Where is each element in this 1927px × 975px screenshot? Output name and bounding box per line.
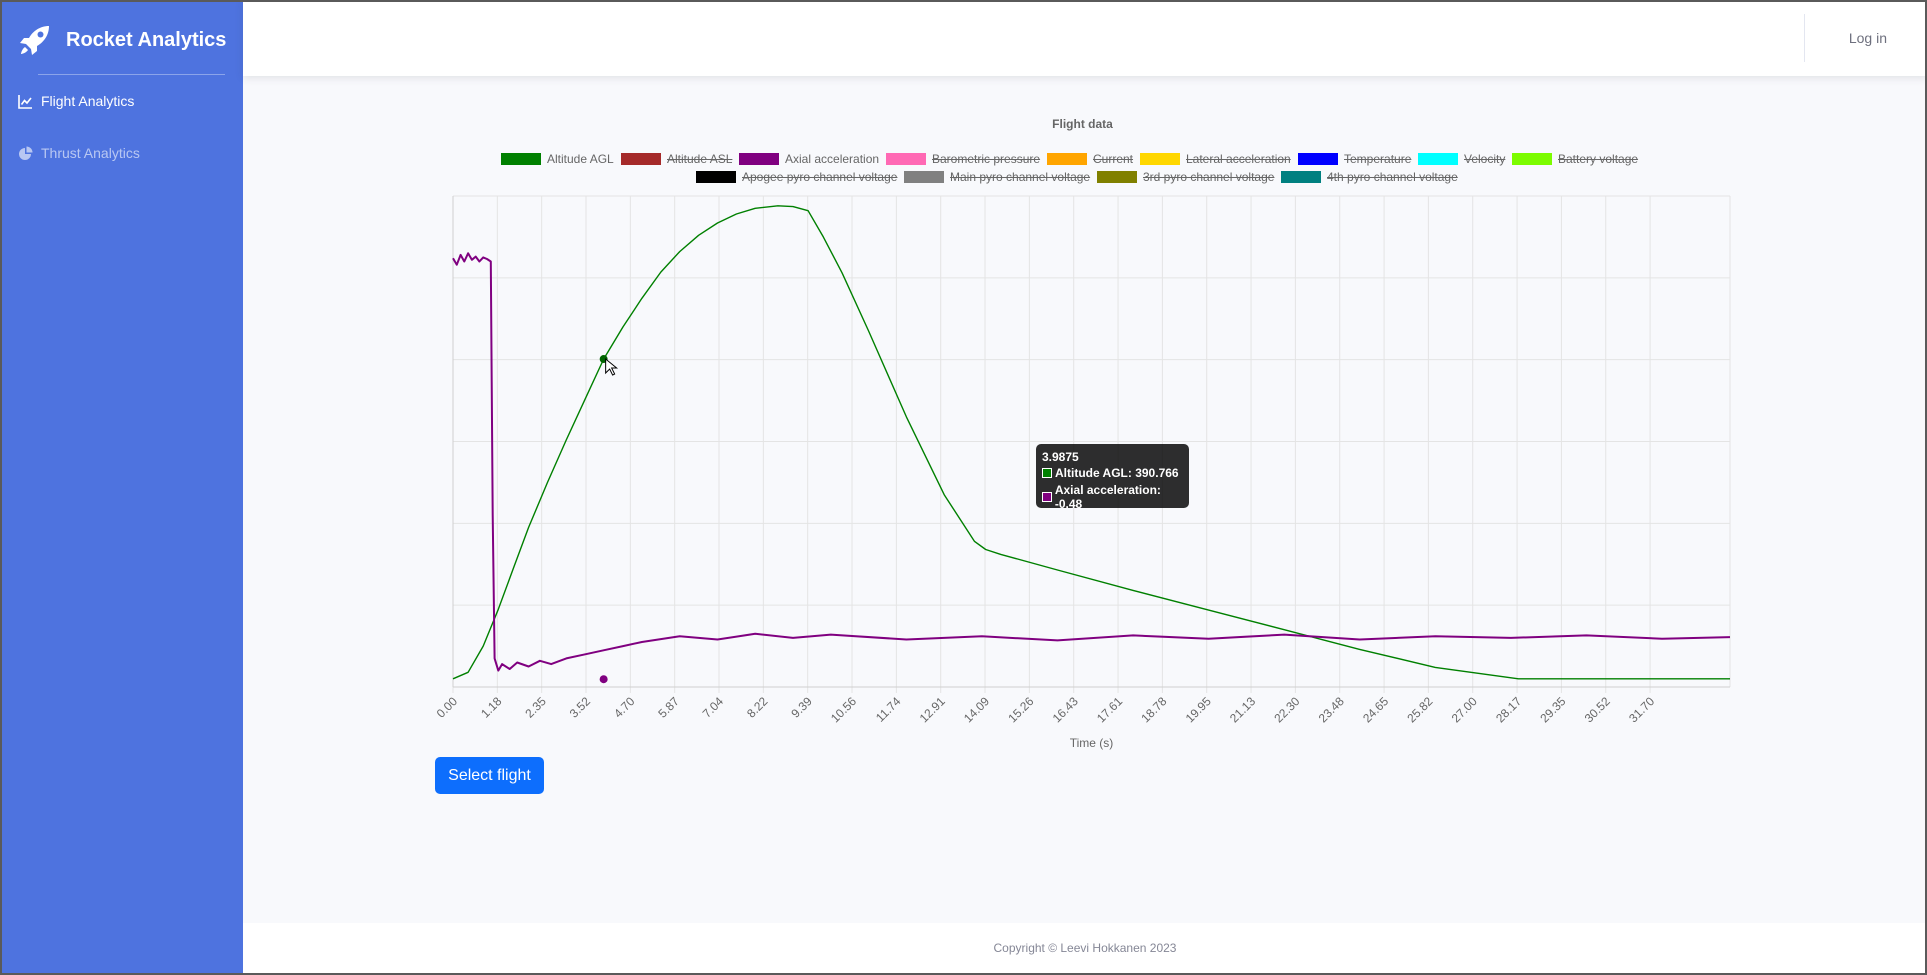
x-tick-label: 1.18: [478, 694, 505, 721]
x-tick-label: 31.70: [1626, 694, 1657, 725]
sidebar-divider: [38, 74, 225, 75]
chart-pie-icon: [19, 146, 33, 160]
chart-line-icon: [18, 94, 32, 109]
x-tick-label: 16.43: [1050, 694, 1081, 725]
x-tick-label: 12.91: [917, 694, 948, 725]
x-tick-label: 14.09: [961, 694, 992, 725]
copyright-text: Copyright © Leevi Hokkanen 2023: [993, 941, 1177, 955]
brand-name: Rocket Analytics: [66, 28, 227, 51]
x-tick-label: 24.65: [1360, 694, 1391, 725]
footer: Copyright © Leevi Hokkanen 2023: [243, 923, 1927, 975]
axial-hover-point: [599, 675, 608, 684]
sidebar: Rocket Analytics Flight Analytics Thrust…: [0, 0, 243, 975]
tooltip-label: Altitude AGL: 390.766: [1055, 466, 1179, 480]
x-tick-label: 28.17: [1493, 694, 1524, 725]
x-tick-label: 18.78: [1138, 694, 1169, 725]
chart-tooltip: 3.9875 Altitude AGL: 390.766 Axial accel…: [1036, 444, 1189, 511]
sidebar-item-label: Flight Analytics: [41, 93, 135, 109]
sidebar-item-thrust-analytics[interactable]: Thrust Analytics: [18, 145, 140, 161]
x-tick-label: 25.82: [1404, 694, 1435, 725]
sidebar-item-flight-analytics[interactable]: Flight Analytics: [18, 93, 134, 109]
x-tick-label: 17.61: [1094, 694, 1125, 725]
x-tick-label: 3.52: [567, 694, 594, 721]
login-link[interactable]: Log in: [1849, 30, 1887, 46]
flight-data-chart[interactable]: Flight data Altitude AGL Altitude ASL Axia…: [420, 110, 1740, 760]
tooltip-swatch: [1042, 492, 1052, 502]
x-tick-label: 30.52: [1582, 694, 1613, 725]
tooltip-title: 3.9875: [1042, 450, 1079, 464]
rocket-icon: [20, 26, 49, 55]
x-tick-label: 10.56: [828, 694, 859, 725]
x-tick-label: 15.26: [1005, 694, 1036, 725]
x-tick-label: 19.95: [1183, 694, 1214, 725]
tooltip-swatch: [1042, 468, 1052, 478]
x-tick-label: 11.74: [873, 694, 904, 725]
topbar: Log in: [243, 0, 1927, 76]
x-tick-label: 0.00: [434, 694, 461, 721]
mouse-cursor-icon: [605, 357, 619, 376]
x-tick-label: 29.35: [1537, 694, 1568, 725]
chart-plot: 0.00 1.18 2.35 3.52 4.70 5.87 7.04 8.22 9.39 10.5…: [434, 195, 1731, 750]
sidebar-item-label: Thrust Analytics: [41, 145, 140, 161]
x-tick-label: 22.30: [1271, 694, 1302, 725]
tooltip-label: Axial acceleration: -0.48: [1054, 483, 1161, 511]
topbar-divider: [1804, 14, 1805, 62]
x-tick-label: 2.35: [522, 694, 549, 721]
x-tick-label: 4.70: [611, 694, 638, 721]
x-tick-label: 5.87: [655, 694, 682, 721]
brand[interactable]: Rocket Analytics: [18, 18, 226, 62]
tooltip-item-altitude: Altitude AGL: 390.766: [1042, 466, 1179, 480]
x-tick-label: 9.39: [788, 694, 815, 721]
x-tick-label: 21.13: [1227, 694, 1258, 725]
x-tick-label: 8.22: [744, 694, 771, 721]
x-tick-label: 27.00: [1449, 694, 1480, 725]
altitude-agl-line: [452, 205, 1730, 680]
tooltip-item-axial: Axial acceleration: -0.48: [1042, 483, 1189, 511]
x-tick-label: 7.04: [700, 694, 727, 721]
select-flight-button[interactable]: Select flight: [435, 757, 544, 794]
x-tick-label: 23.48: [1316, 694, 1347, 725]
x-axis-title: Time (s): [1070, 736, 1114, 750]
